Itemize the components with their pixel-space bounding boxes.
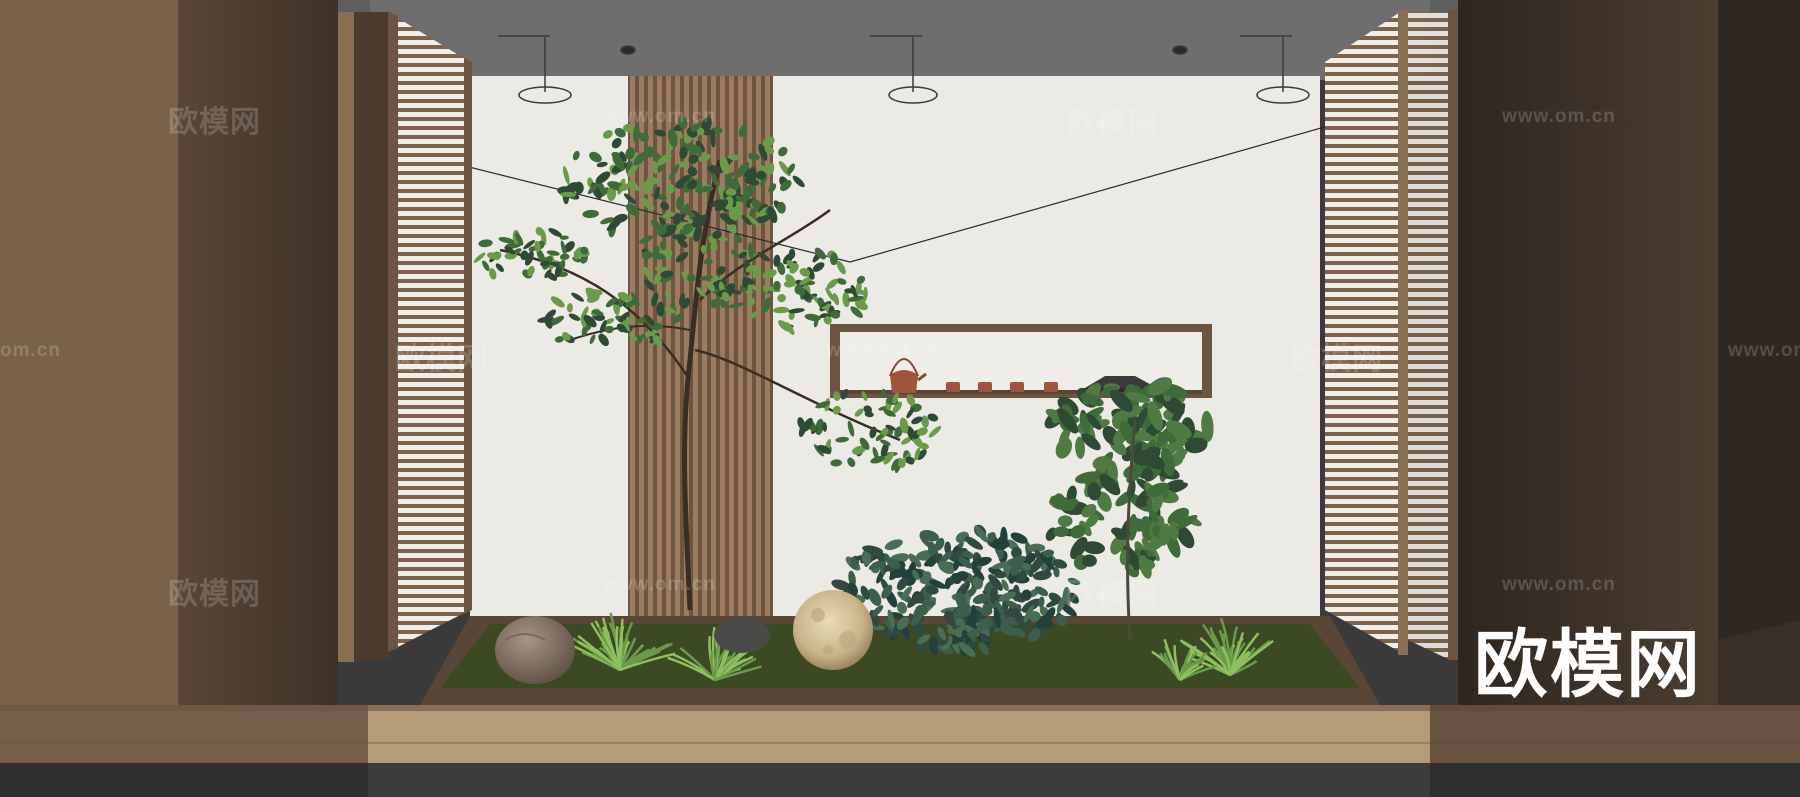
left-dark-panel — [178, 0, 338, 705]
garden-rock — [495, 616, 575, 684]
left-wood-wall — [0, 0, 178, 705]
right-dark-panel — [1458, 0, 1718, 705]
brand-logo: 欧模网 — [1474, 622, 1702, 708]
right-louver-door — [1325, 12, 1400, 652]
interior-garden-render: 欧模网 欧模网 欧模网 欧模网 欧模网 欧模网 www.om.cn www.om… — [0, 0, 1800, 797]
left-louver-door — [388, 12, 470, 652]
moon-lamp — [793, 590, 873, 670]
